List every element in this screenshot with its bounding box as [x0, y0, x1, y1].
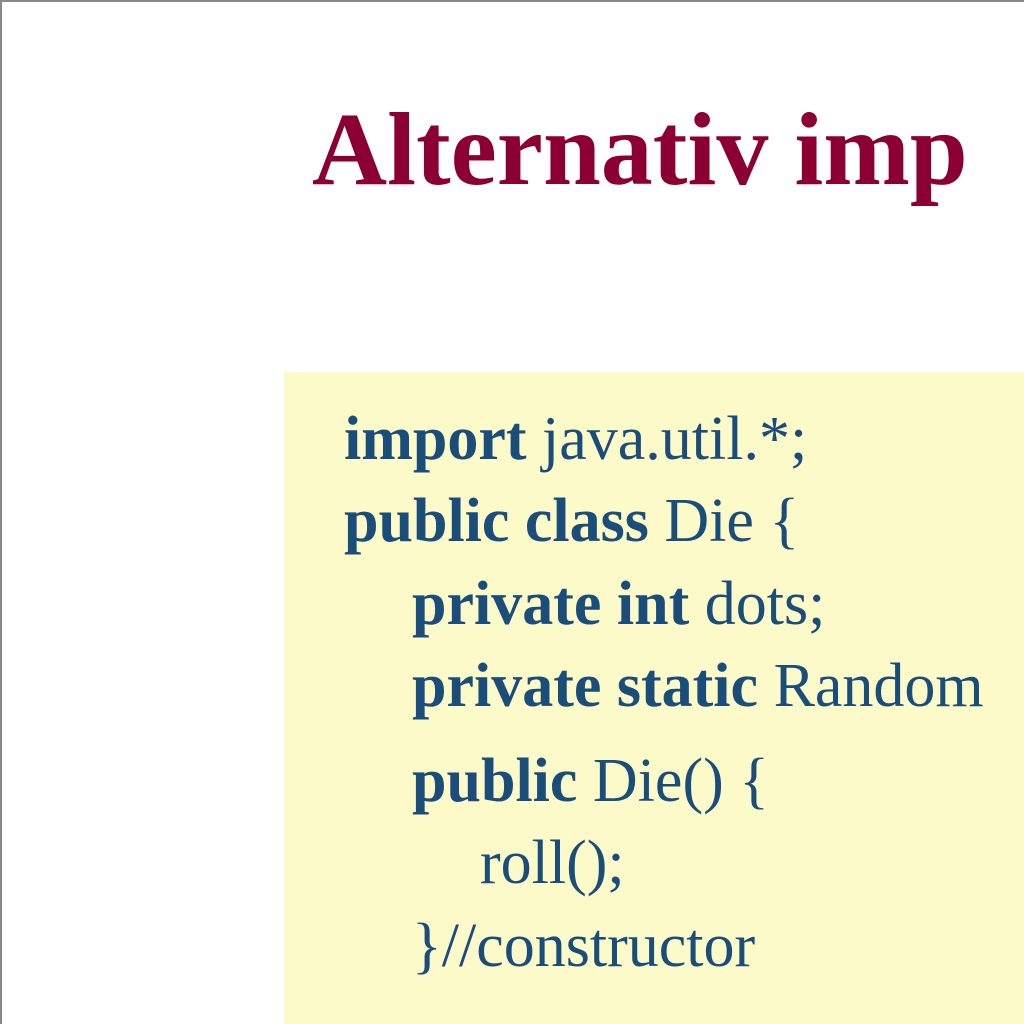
code-text: Die() {: [577, 747, 769, 815]
slide-container: Alternativ imp import java.util.*; publi…: [2, 2, 1024, 1024]
code-text: Die {: [649, 487, 799, 555]
keyword: public: [412, 747, 577, 815]
slide-title: Alternativ imp: [312, 90, 968, 209]
code-text: }//constructor: [412, 912, 755, 980]
code-line: public Die() {: [344, 740, 964, 822]
keyword: import: [344, 405, 527, 473]
code-text: java.util.*;: [527, 405, 808, 473]
code-line: roll();: [344, 822, 964, 904]
code-line: public class Die {: [344, 480, 964, 562]
code-text: roll();: [480, 829, 625, 897]
code-line: import java.util.*;: [344, 398, 964, 480]
spacer: [344, 728, 964, 740]
code-line: private static Random: [344, 645, 964, 727]
code-line: }//constructor: [344, 905, 964, 987]
code-line: private int dots;: [344, 563, 964, 645]
code-block: import java.util.*; public class Die { p…: [284, 372, 1024, 1024]
code-text: dots;: [689, 570, 825, 638]
keyword: private static: [412, 652, 758, 720]
keyword: public class: [344, 487, 649, 555]
code-text: Random: [758, 652, 984, 720]
keyword: private int: [412, 570, 689, 638]
